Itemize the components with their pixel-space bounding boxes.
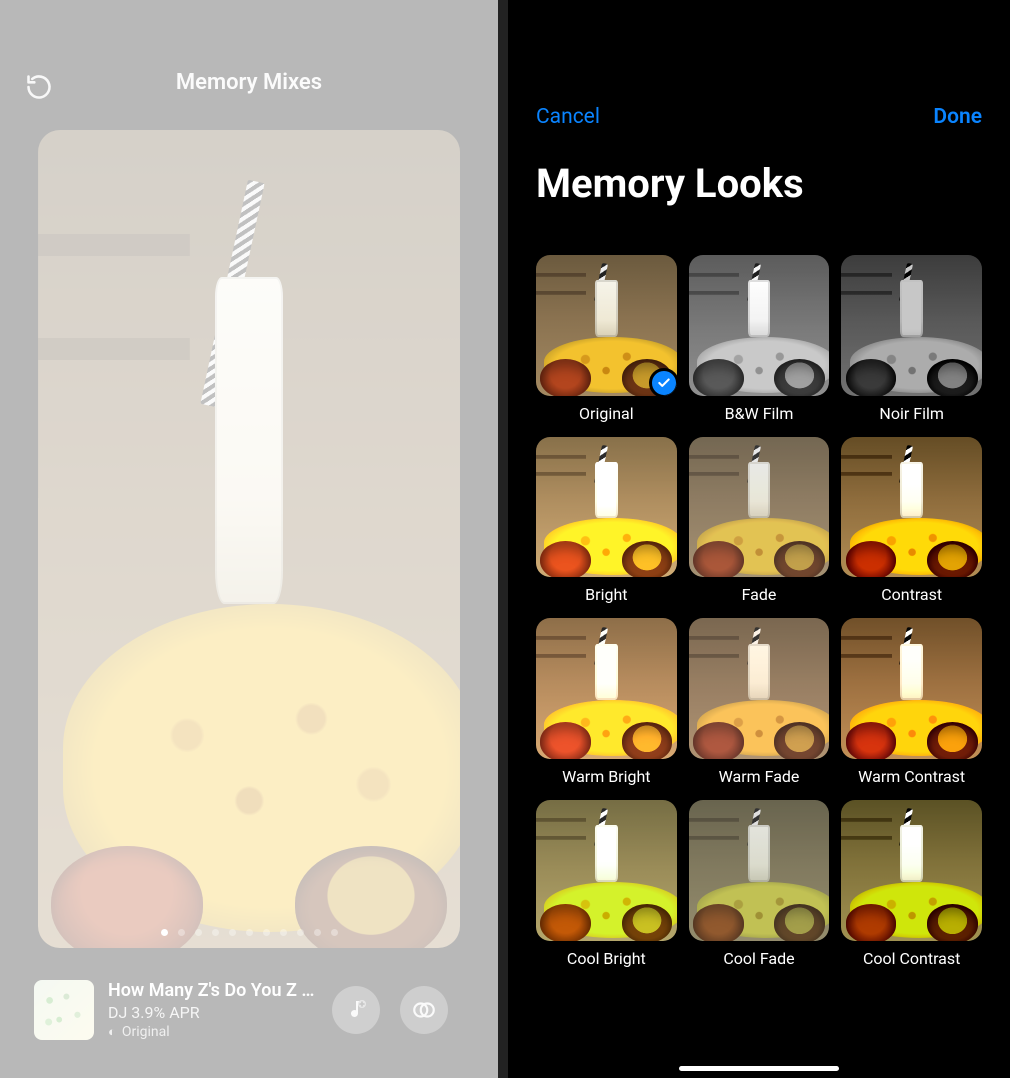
look-item[interactable]: Original <box>536 255 677 423</box>
look-item[interactable]: Warm Bright <box>536 618 677 786</box>
look-label: B&W Film <box>725 404 794 423</box>
look-label: Cool Fade <box>723 949 794 968</box>
memory-mixes-screen: Memory Mixes How Many Z's Do You Z In… D… <box>0 0 498 1078</box>
look-label: Fade <box>742 585 777 604</box>
look-thumbnail <box>689 255 830 396</box>
page-dot[interactable] <box>246 929 253 936</box>
memory-mixes-title: Memory Mixes <box>176 70 322 95</box>
look-preview-image <box>689 618 830 759</box>
page-dot[interactable] <box>297 929 304 936</box>
memory-mix-card[interactable] <box>38 130 460 948</box>
done-button[interactable]: Done <box>933 105 982 129</box>
looks-button-highlight <box>384 970 464 1050</box>
look-item[interactable]: Fade <box>689 437 830 605</box>
look-thumbnail <box>841 618 982 759</box>
look-preview-image <box>536 800 677 941</box>
look-thumbnail <box>536 618 677 759</box>
music-bar: How Many Z's Do You Z In… DJ 3.9% APR ◐ … <box>34 970 464 1050</box>
page-dot[interactable] <box>229 929 236 936</box>
look-item[interactable]: B&W Film <box>689 255 830 423</box>
memory-looks-grid: Original B&W Film Noir Film Bright Fade Contr… <box>536 255 982 1050</box>
look-label: Original <box>579 404 634 423</box>
look-label: Bright <box>585 585 627 604</box>
back-button[interactable] <box>22 70 56 104</box>
filters-icon <box>411 997 437 1023</box>
page-dot[interactable] <box>161 929 168 936</box>
page-dot[interactable] <box>212 929 219 936</box>
music-look-label: Original <box>122 1024 170 1040</box>
look-preview-image <box>536 437 677 578</box>
page-dot[interactable] <box>195 929 202 936</box>
music-metadata: How Many Z's Do You Z In… DJ 3.9% APR ◐ … <box>108 980 318 1040</box>
add-music-button[interactable] <box>332 986 380 1034</box>
look-item[interactable]: Bright <box>536 437 677 605</box>
look-preview-image <box>689 255 830 396</box>
memory-looks-button[interactable] <box>400 986 448 1034</box>
page-dot[interactable] <box>280 929 287 936</box>
page-dot[interactable] <box>178 929 185 936</box>
look-preview-image <box>841 618 982 759</box>
look-thumbnail <box>689 618 830 759</box>
page-dot[interactable] <box>314 929 321 936</box>
look-item[interactable]: Contrast <box>841 437 982 605</box>
page-dot[interactable] <box>263 929 270 936</box>
look-item[interactable]: Warm Contrast <box>841 618 982 786</box>
look-thumbnail <box>841 800 982 941</box>
look-preview-image <box>841 255 982 396</box>
music-plus-icon <box>344 998 368 1022</box>
look-item[interactable]: Warm Fade <box>689 618 830 786</box>
look-label: Noir Film <box>879 404 943 423</box>
home-indicator[interactable] <box>679 1066 839 1071</box>
music-title: How Many Z's Do You Z In… <box>108 980 318 1001</box>
look-preview-image <box>841 437 982 578</box>
look-thumbnail <box>689 437 830 578</box>
look-preview-image <box>841 800 982 941</box>
music-look-indicator: ◐ Original <box>108 1024 318 1040</box>
memory-looks-title: Memory Looks <box>536 160 804 207</box>
look-item[interactable]: Cool Contrast <box>841 800 982 968</box>
memory-looks-screen: Cancel Done Memory Looks Original B&W Fil… <box>508 0 1010 1078</box>
memory-photo <box>38 130 460 948</box>
look-label: Cool Bright <box>567 949 646 968</box>
page-indicator[interactable] <box>0 929 498 936</box>
memory-looks-nav: Cancel Done <box>536 105 982 129</box>
album-art[interactable] <box>34 980 94 1040</box>
look-item[interactable]: Cool Bright <box>536 800 677 968</box>
look-thumbnail <box>536 255 677 396</box>
look-thumbnail <box>689 800 830 941</box>
look-label: Warm Bright <box>562 767 650 786</box>
memory-mixes-header: Memory Mixes <box>0 70 498 95</box>
look-thumbnail <box>536 437 677 578</box>
undo-arrow-icon <box>25 73 53 101</box>
look-thumbnail <box>841 255 982 396</box>
check-icon <box>657 376 671 390</box>
music-artist: DJ 3.9% APR <box>108 1003 318 1022</box>
look-preview-image <box>536 618 677 759</box>
cancel-button[interactable]: Cancel <box>536 105 600 129</box>
look-label: Warm Contrast <box>858 767 965 786</box>
look-thumbnail <box>536 800 677 941</box>
look-label: Cool Contrast <box>863 949 960 968</box>
look-label: Warm Fade <box>719 767 800 786</box>
selected-check-badge <box>649 368 677 396</box>
look-thumbnail <box>841 437 982 578</box>
page-dot[interactable] <box>331 929 338 936</box>
look-label: Contrast <box>881 585 942 604</box>
look-item[interactable]: Cool Fade <box>689 800 830 968</box>
filters-small-icon: ◐ <box>108 1024 116 1040</box>
look-item[interactable]: Noir Film <box>841 255 982 423</box>
look-preview-image <box>689 437 830 578</box>
look-preview-image <box>689 800 830 941</box>
